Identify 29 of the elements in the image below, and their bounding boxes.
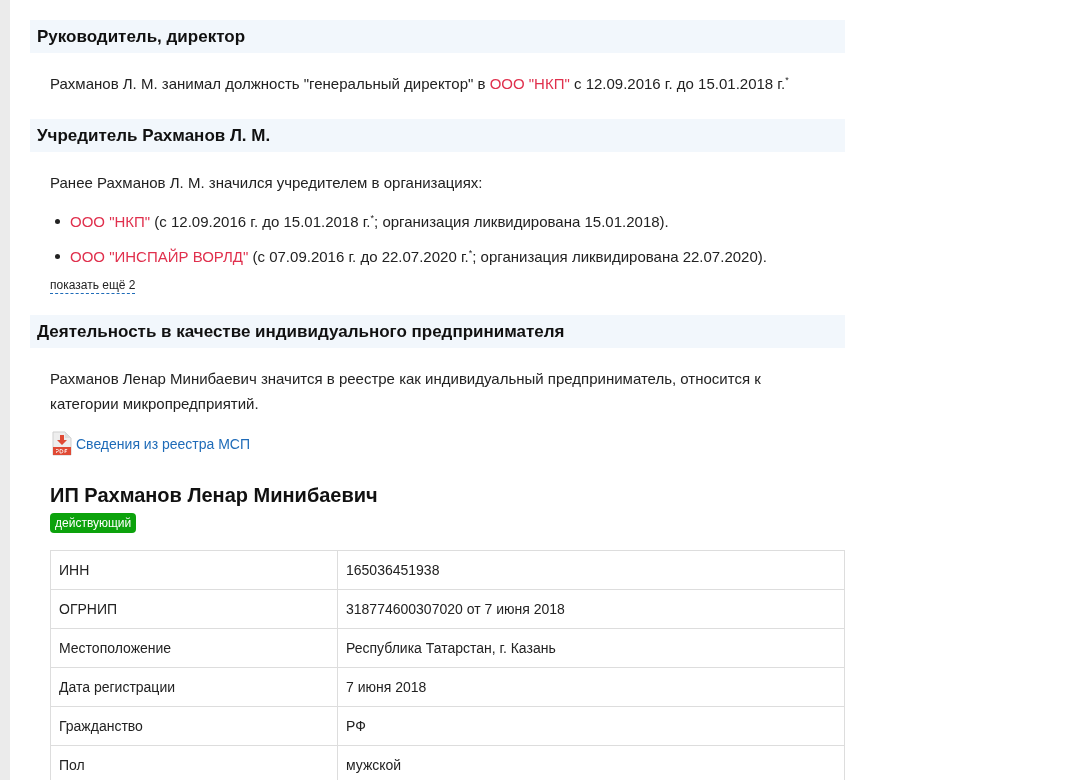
table-cell: Гражданство	[50, 706, 338, 746]
section-heading: Учредитель Рахманов Л. М.	[30, 119, 845, 152]
table-cell: РФ	[337, 706, 845, 746]
table-cell: Местоположение	[50, 628, 338, 668]
company-link[interactable]: ООО "НКП"	[70, 213, 151, 230]
section-heading: Деятельность в качестве индивидуального предпринимателя	[30, 314, 845, 348]
table-cell: 7 июня 2018	[337, 667, 845, 707]
company-link[interactable]: ООО "НКП"	[489, 75, 570, 92]
list-item-text: ООО "НКП" (с 12.09.2016 г. до 15.01.2018 г.$^{*}$; организация ликвидирована 15.01.2018).	[70, 211, 669, 232]
bullet-icon	[55, 254, 60, 259]
paragraph-text: Рахманов Ленар Минибаевич значится в реестре как индивидуальный предприниматель, относится к категории микропредприятий.	[50, 368, 762, 414]
table-cell: 165036451938	[337, 550, 845, 590]
show-more-link[interactable]: показать ещё 2	[50, 277, 136, 294]
table-cell: ИНН	[50, 550, 338, 590]
pdf-file-icon	[52, 431, 72, 456]
company-link[interactable]: ООО "ИНСПАЙР ВОРЛД"	[70, 248, 249, 265]
document-link[interactable]: Сведения из реестра МСП	[52, 430, 251, 457]
table-cell: Республика Татарстан, г. Казань	[337, 628, 845, 668]
table-cell: Дата регистрации	[50, 667, 338, 707]
table-cell: ОГРНИП	[50, 589, 338, 629]
paragraph-text: Ранее Рахманов Л. М. значился учредителем в организациях:	[50, 173, 484, 193]
paragraph-text: Рахманов Л. М. занимал должность "генеральный директор" в ООО "НКП" с 12.09.2016 г. до 15.01.2018 г.$^{*}$	[50, 73, 790, 94]
table-cell: Пол	[50, 745, 338, 780]
table-cell: 318774600307020 от 7 июня 2018	[337, 589, 845, 629]
status-badge: действующий	[50, 512, 137, 533]
bullet-icon	[55, 219, 60, 224]
list-item-text: ООО "ИНСПАЙР ВОРЛД" (с 07.09.2016 г. до 22.07.2020 г.$^{*}$; организация ликвидирована 22.07.2020).	[70, 246, 767, 267]
section-heading: Руководитель, директор	[30, 20, 845, 53]
entity-title: ИП Рахманов Ленар Минибаевич	[50, 482, 379, 507]
